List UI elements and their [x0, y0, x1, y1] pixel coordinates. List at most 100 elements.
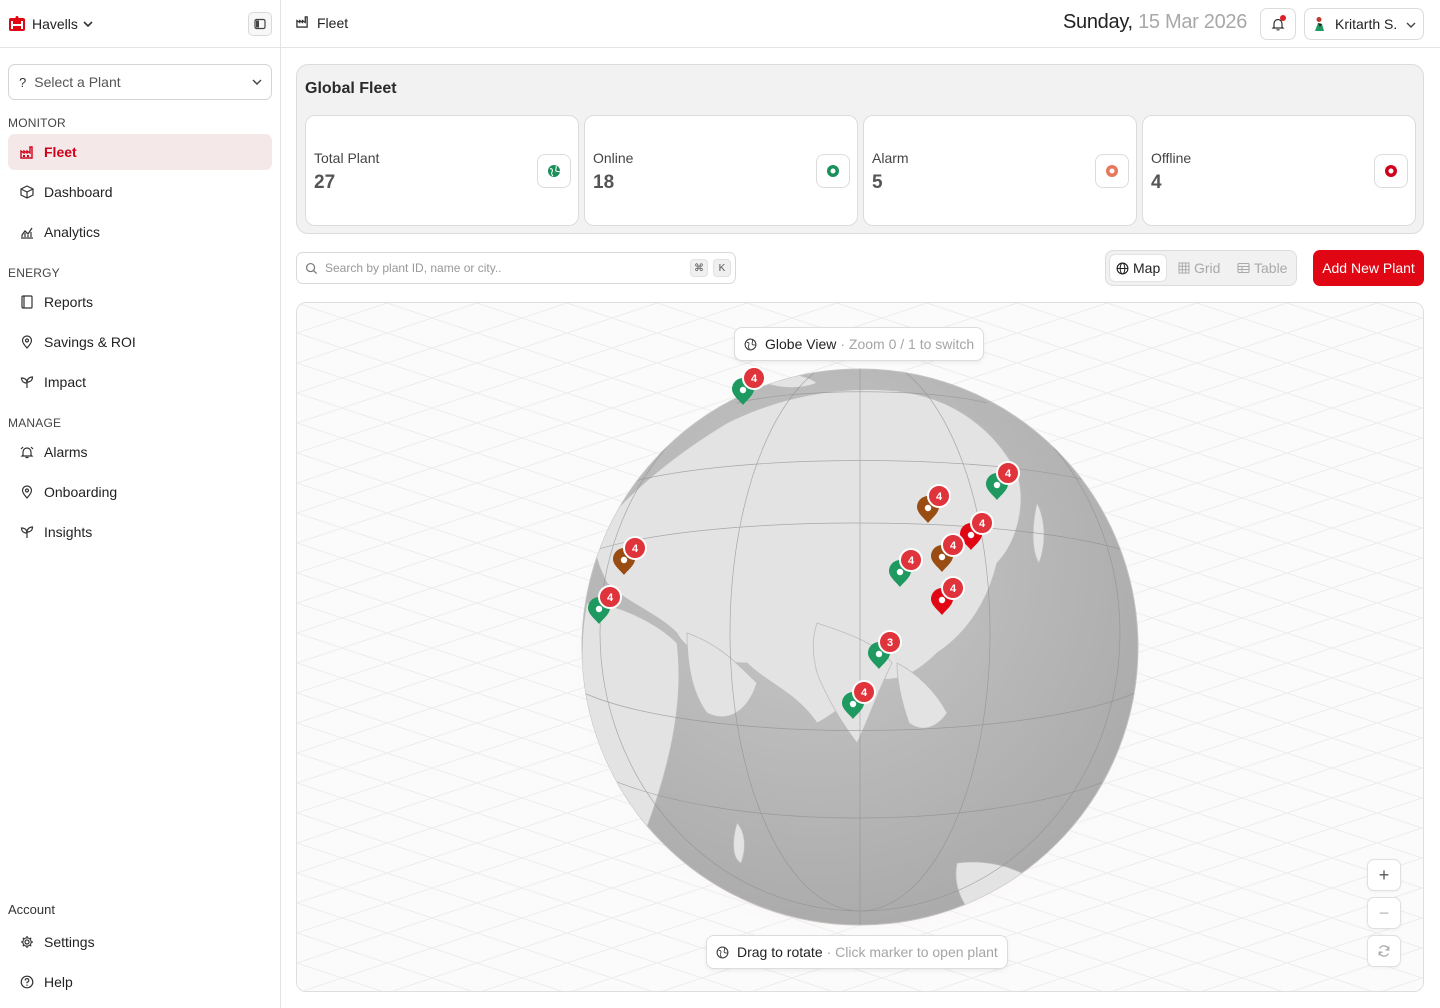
plant-count-label: 4: [861, 687, 868, 699]
factory-icon: [20, 145, 34, 159]
sidebar-item-reports[interactable]: Reports: [8, 284, 272, 320]
plant-count-label: 4: [950, 540, 957, 552]
sidebar-item-analytics[interactable]: Analytics: [8, 214, 272, 250]
plant-count-label: 4: [751, 373, 758, 385]
plant-marker-dot: [938, 596, 946, 604]
kbd-k: K: [713, 259, 731, 277]
sidebar-item-label: Dashboard: [44, 184, 113, 200]
sidebar-item-impact[interactable]: Impact: [8, 364, 272, 400]
question-icon: ?: [19, 74, 27, 90]
havells-logo-icon: [9, 15, 25, 31]
notification-dot: [1280, 15, 1286, 21]
zoom-in-button[interactable]: +: [1367, 859, 1401, 891]
view-grid-button[interactable]: Grid: [1172, 254, 1226, 282]
gear-icon: [20, 935, 34, 949]
sidebar-item-fleet[interactable]: Fleet: [8, 134, 272, 170]
refresh-icon: [1378, 945, 1390, 957]
plant-count-label: 4: [950, 583, 957, 595]
sidebar-item-help[interactable]: Help: [8, 964, 272, 1000]
view-table-button[interactable]: Table: [1231, 254, 1293, 282]
add-new-plant-button[interactable]: Add New Plant: [1313, 250, 1424, 286]
chevron-down-icon: [1406, 22, 1416, 28]
stat-total-plant[interactable]: Total Plant 27: [305, 115, 579, 226]
plant-count-label: 4: [632, 543, 639, 555]
stat-label: Online: [593, 150, 634, 166]
globe-view-label: Globe View: [765, 336, 837, 352]
sidebar-item-label: Reports: [44, 294, 94, 310]
status-offline-icon: [1374, 154, 1408, 188]
sidebar-item-label: Analytics: [44, 224, 101, 240]
plant-marker-dot: [938, 553, 946, 561]
globe-icon: [1116, 262, 1129, 275]
plant-count-label: 3: [887, 637, 893, 649]
sidebar-item-insights[interactable]: Insights: [8, 514, 272, 550]
grid-icon: [1178, 262, 1190, 274]
avatar: [1315, 17, 1324, 31]
sprout-icon: [20, 375, 34, 389]
date-rest: 15 Mar 2026: [1138, 11, 1248, 33]
search-icon: [305, 262, 318, 274]
help-icon: [20, 975, 34, 989]
plant-search[interactable]: ⌘ K: [296, 252, 736, 284]
date-day: Sunday,: [1063, 11, 1133, 33]
workspace-switcher[interactable]: Havells: [0, 0, 280, 48]
plant-count-label: 4: [607, 592, 614, 604]
sidebar-item-savings[interactable]: Savings & ROI: [8, 324, 272, 360]
user-name: Kritarth S.: [1335, 16, 1398, 32]
stat-label: Total Plant: [314, 150, 380, 166]
stat-value: 27: [314, 172, 336, 193]
sidebar-item-onboarding[interactable]: Onboarding: [8, 474, 272, 510]
view-grid-label: Grid: [1194, 260, 1221, 276]
reset-view-button[interactable]: [1367, 935, 1401, 967]
plant-marker-dot: [620, 556, 628, 564]
pin-icon: [20, 335, 34, 349]
globe-view-hint: · Zoom 0 / 1 to switch: [840, 336, 975, 352]
pin-icon: [20, 485, 34, 499]
globe-view-pill: Globe View · Zoom 0 / 1 to switch: [734, 327, 985, 361]
sidebar-item-settings[interactable]: Settings: [8, 924, 272, 960]
zoom-out-button[interactable]: −: [1367, 897, 1401, 929]
section-energy: ENERGY: [8, 266, 60, 280]
top-bar: Fleet Sunday, 15 Mar 2026 Kritarth S.: [281, 0, 1440, 48]
sidebar-item-label: Alarms: [44, 444, 88, 460]
plant-count-label: 4: [908, 555, 915, 567]
sidebar-item-label: Help: [44, 974, 73, 990]
stat-alarm[interactable]: Alarm 5: [863, 115, 1137, 226]
sidebar-item-label: Onboarding: [44, 484, 118, 500]
plant-marker-dot: [595, 605, 603, 613]
global-fleet-card: Global Fleet Total Plant 27 Online 18 Al…: [296, 64, 1424, 234]
sidebar: Havells ? Select a Plant MONITOR Fleet D…: [0, 0, 281, 1008]
status-online-icon: [816, 154, 850, 188]
kbd-cmd: ⌘: [690, 259, 708, 277]
notifications-button[interactable]: [1260, 8, 1296, 40]
breadcrumb-current: Fleet: [317, 15, 349, 31]
sidebar-toggle-button[interactable]: [248, 12, 272, 36]
factory-icon: [296, 15, 309, 31]
user-menu-button[interactable]: Kritarth S.: [1304, 8, 1424, 40]
globe-icon: [744, 338, 757, 351]
sprout-icon: [20, 525, 34, 539]
view-map-button[interactable]: Map: [1109, 254, 1168, 282]
sidebar-item-alarms[interactable]: Alarms: [8, 434, 272, 470]
sidebar-item-label: Settings: [44, 934, 95, 950]
sidebar-item-label: Fleet: [44, 144, 77, 160]
current-date: Sunday, 15 Mar 2026: [1063, 11, 1247, 34]
sidebar-item-dashboard[interactable]: Dashboard: [8, 174, 272, 210]
alarm-icon: [20, 445, 34, 459]
breadcrumb: Fleet: [296, 15, 348, 31]
fleet-map[interactable]: 4 4 4 4 4 4 4 4 4 3 4 Globe View · Zoom 0 / 1 to s…: [296, 302, 1424, 992]
plant-count-label: 4: [979, 518, 986, 530]
search-input[interactable]: [325, 261, 685, 275]
plant-marker-dot: [896, 568, 904, 576]
stat-offline[interactable]: Offline 4: [1142, 115, 1416, 226]
chevron-down-icon: [252, 79, 262, 85]
stat-value: 5: [872, 172, 883, 193]
sidebar-item-label: Savings & ROI: [44, 334, 136, 350]
view-table-label: Table: [1254, 260, 1288, 276]
stat-online[interactable]: Online 18: [584, 115, 858, 226]
plant-marker-dot: [924, 504, 932, 512]
view-map-label: Map: [1133, 260, 1161, 276]
globe-canvas[interactable]: [297, 303, 1424, 992]
stat-value: 18: [593, 172, 615, 193]
plant-select[interactable]: ? Select a Plant: [8, 64, 272, 100]
